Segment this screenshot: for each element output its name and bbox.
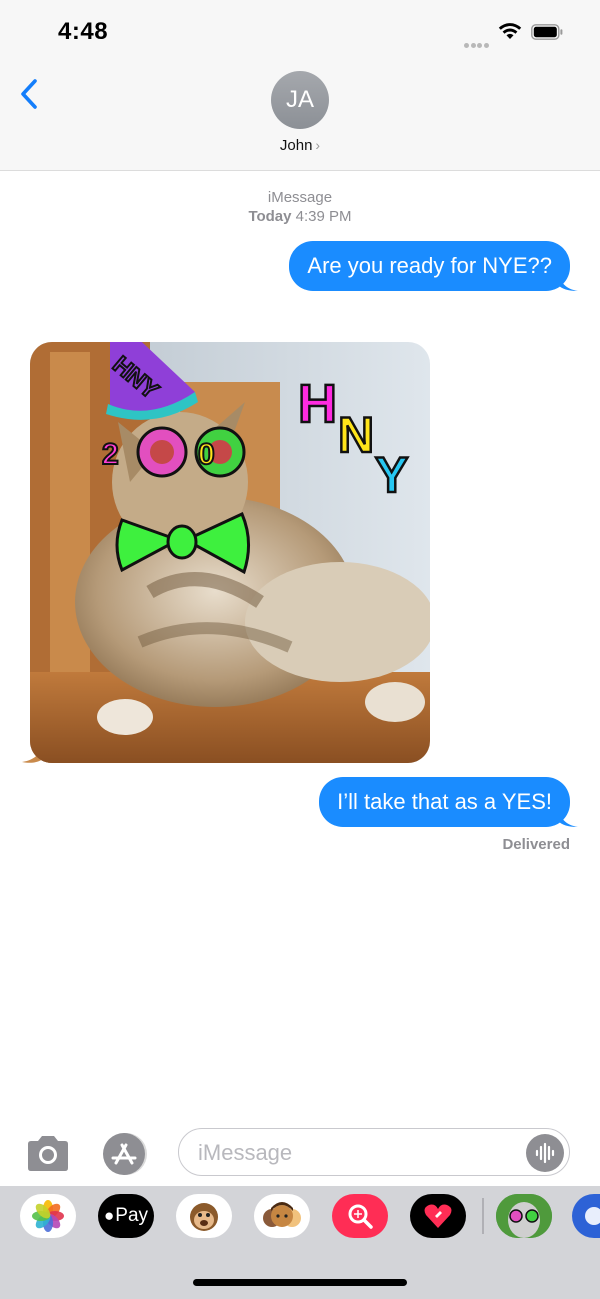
bubble-tail bbox=[558, 807, 578, 827]
memoji-app-icon[interactable] bbox=[254, 1194, 310, 1238]
timestamp-time: 4:39 PM bbox=[295, 208, 352, 225]
contact-name-button[interactable]: John › bbox=[240, 137, 360, 154]
sticker-pack-app-icon[interactable] bbox=[496, 1194, 552, 1238]
apple-logo-icon: ● bbox=[103, 1206, 115, 1225]
svg-text:N: N bbox=[338, 407, 374, 463]
apple-pay-label: Pay bbox=[115, 1205, 149, 1226]
service-label: iMessage bbox=[267, 189, 333, 206]
message-text: I’ll take that as a YES! bbox=[337, 789, 552, 814]
status-time: 4:48 bbox=[58, 18, 109, 45]
drawer-divider bbox=[482, 1198, 484, 1234]
contact-avatar[interactable]: JA bbox=[271, 71, 329, 129]
svg-text:H: H bbox=[298, 374, 337, 434]
message-timestamp: Today 4:39 PM bbox=[200, 208, 400, 225]
home-indicator[interactable] bbox=[193, 1279, 407, 1286]
photos-app-icon[interactable] bbox=[20, 1194, 76, 1238]
animoji-app-icon[interactable] bbox=[176, 1194, 232, 1238]
camera-icon[interactable] bbox=[24, 1134, 72, 1174]
outgoing-message-bubble[interactable]: Are you ready for NYE?? bbox=[289, 241, 578, 291]
timestamp-day: Today bbox=[248, 208, 292, 225]
cat-photo: H N Y HNY 2 0 bbox=[30, 342, 430, 763]
bubble-tail bbox=[558, 271, 578, 291]
message-text: Are you ready for NYE?? bbox=[307, 253, 552, 278]
image-search-app-icon[interactable] bbox=[332, 1194, 388, 1238]
avatar-initials: JA bbox=[285, 86, 314, 113]
back-button[interactable] bbox=[14, 74, 44, 114]
wifi-icon bbox=[498, 23, 522, 39]
audio-message-button[interactable] bbox=[526, 1134, 564, 1172]
svg-text:0: 0 bbox=[198, 438, 215, 471]
waveform-icon bbox=[535, 1142, 555, 1164]
delivery-status: Delivered bbox=[502, 836, 570, 853]
digital-touch-app-icon[interactable] bbox=[410, 1194, 466, 1238]
cellular-signal-icon bbox=[464, 35, 490, 48]
apple-pay-app-icon[interactable]: ● Pay bbox=[98, 1194, 154, 1238]
svg-text:2: 2 bbox=[102, 438, 119, 471]
outgoing-message-bubble[interactable]: I’ll take that as a YES! bbox=[319, 777, 578, 827]
app-store-icon[interactable] bbox=[101, 1132, 153, 1176]
message-input-placeholder: iMessage bbox=[198, 1140, 293, 1165]
battery-icon bbox=[531, 24, 563, 40]
chevron-right-icon: › bbox=[315, 137, 321, 153]
contact-name: John bbox=[279, 137, 313, 154]
image-message[interactable]: H N Y HNY 2 0 bbox=[30, 342, 430, 763]
svg-text:Y: Y bbox=[375, 447, 408, 503]
